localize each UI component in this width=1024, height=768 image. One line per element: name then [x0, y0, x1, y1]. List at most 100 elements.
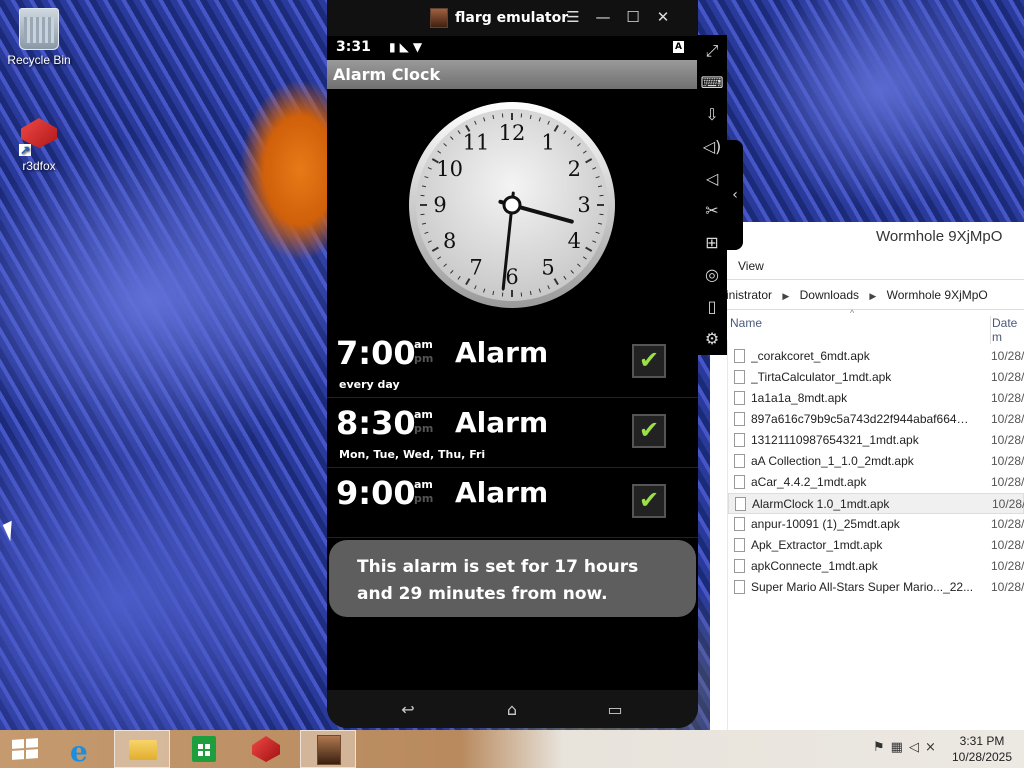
- file-icon: [734, 433, 745, 447]
- alarm-checkbox[interactable]: ✔: [632, 484, 666, 518]
- ribbon-tab-view[interactable]: View: [710, 252, 1024, 280]
- tray-date: 10/28/2025: [951, 750, 1013, 764]
- taskbar-file-explorer[interactable]: [114, 730, 170, 768]
- clock-number: 2: [568, 157, 581, 181]
- alarm-checkbox[interactable]: ✔: [632, 414, 666, 448]
- alarm-pm: pm: [414, 352, 434, 365]
- recycle-bin-desktop-icon[interactable]: Recycle Bin: [0, 8, 78, 67]
- breadcrumb-wormhole[interactable]: Wormhole 9XjMpO: [887, 288, 988, 302]
- volume-down-icon[interactable]: ◁: [700, 167, 724, 191]
- file-icon: [734, 391, 745, 405]
- file-row[interactable]: 13121110987654321_1mdt.apk 10/28/: [728, 430, 1024, 451]
- file-name: Super Mario All-Stars Super Mario..._22.…: [751, 580, 974, 594]
- taskbar-r3dfox[interactable]: [238, 730, 294, 768]
- alarm-days: every day: [339, 378, 400, 391]
- file-row[interactable]: _TirtaCalculator_1mdt.apk 10/28/: [728, 367, 1024, 388]
- home-icon[interactable]: ⌂: [492, 700, 532, 719]
- recents-icon[interactable]: ▭: [595, 700, 635, 719]
- emulator-sidebar: ⤢ ⌨ ⇩ ◁) ◁ ✂ ⊞ ◎ ▯ ⚙: [697, 35, 727, 355]
- clock-number: 3: [577, 193, 590, 217]
- recycle-bin-icon: [19, 8, 59, 50]
- file-date: 10/28/: [991, 475, 1024, 489]
- apk-install-icon[interactable]: ⇩: [700, 103, 724, 127]
- volume-up-icon[interactable]: ◁): [700, 135, 724, 159]
- taskbar-flarg-emulator[interactable]: [300, 730, 356, 768]
- taskbar-internet-explorer[interactable]: e: [56, 730, 112, 768]
- alarm-time: 9:00: [336, 474, 416, 512]
- navigation-pane[interactable]: [710, 340, 728, 730]
- file-name: AlarmClock 1.0_1mdt.apk: [752, 497, 890, 511]
- taskbar-store[interactable]: [176, 730, 232, 768]
- file-row[interactable]: Super Mario All-Stars Super Mario..._22.…: [728, 577, 1024, 598]
- maximize-icon[interactable]: ☐: [623, 8, 643, 26]
- add-window-icon[interactable]: ⊞: [700, 231, 724, 255]
- file-row-selected[interactable]: AlarmClock 1.0_1mdt.apk 10/28/: [728, 493, 1024, 514]
- file-icon: [734, 559, 745, 573]
- file-name: apkConnecte_1mdt.apk: [751, 559, 878, 573]
- alarm-pm: pm: [414, 492, 434, 505]
- keyboard-icon[interactable]: ⌨: [700, 71, 724, 95]
- r3dfox-desktop-icon[interactable]: r3dfox: [0, 114, 78, 173]
- alarm-checkbox[interactable]: ✔: [632, 344, 666, 378]
- file-row[interactable]: 897a616c79b9c5a743d22f944abaf664_sig... 1…: [728, 409, 1024, 430]
- file-date: 10/28/: [991, 412, 1024, 426]
- file-row[interactable]: _corakcoret_6mdt.apk 10/28/: [728, 346, 1024, 367]
- recycle-bin-label: Recycle Bin: [7, 53, 71, 67]
- alarm-row[interactable]: 7:00 am pm Alarm every day ✔: [327, 328, 698, 398]
- fullscreen-icon[interactable]: ⤢: [700, 39, 724, 63]
- file-date: 10/28/: [991, 454, 1024, 468]
- file-date: 10/28/: [991, 580, 1024, 594]
- file-icon: [734, 454, 745, 468]
- chevron-right-icon: ▶: [869, 291, 877, 301]
- back-icon[interactable]: ↩: [388, 700, 428, 719]
- tray-clock[interactable]: 3:31 PM 10/28/2025: [948, 733, 1016, 768]
- file-date: 10/28/: [992, 497, 1024, 511]
- breadcrumb-administrator[interactable]: inistrator: [726, 288, 772, 302]
- sidebar-collapse-icon[interactable]: ‹: [727, 140, 743, 250]
- clock-number: 11: [463, 131, 490, 155]
- system-tray-icons[interactable]: ⚑▦◁×: [873, 740, 942, 768]
- file-list: _corakcoret_6mdt.apk 10/28/ _TirtaCalcula…: [728, 346, 1024, 598]
- shake-icon[interactable]: ▯: [700, 295, 724, 319]
- file-name: anpur-10091 (1)_25mdt.apk: [751, 517, 900, 531]
- emulator-titlebar[interactable]: flarg emulator ☰ — ☐ ✕: [327, 0, 698, 36]
- file-icon: [734, 412, 745, 426]
- address-bar[interactable]: inistrator ▶ Downloads ▶ Wormhole 9XjMpO: [710, 280, 1024, 310]
- android-status-bar: 3:31 ▮◣▼ A: [327, 36, 698, 60]
- column-header-date[interactable]: Date m: [990, 316, 1024, 344]
- column-header-name[interactable]: Name: [730, 316, 762, 330]
- menu-icon[interactable]: ☰: [563, 8, 583, 26]
- emulator-window: flarg emulator ☰ — ☐ ✕ 3:31 ▮◣▼ A Alarm …: [327, 0, 698, 728]
- clock-center: [502, 195, 522, 215]
- close-icon[interactable]: ✕: [653, 8, 673, 26]
- screenshot-icon[interactable]: ✂: [700, 199, 724, 223]
- file-name: 13121110987654321_1mdt.apk: [751, 433, 919, 447]
- alarm-row[interactable]: 8:30 am pm Alarm Mon, Tue, Wed, Thu, Fri…: [327, 398, 698, 468]
- location-icon[interactable]: ◎: [700, 263, 724, 287]
- emulator-title: flarg emulator: [455, 10, 569, 26]
- start-button[interactable]: [0, 730, 50, 768]
- alarm-row[interactable]: 9:00 am pm Alarm ✔: [327, 468, 698, 538]
- r3dfox-icon: [19, 114, 59, 156]
- file-date: 10/28/: [991, 538, 1024, 552]
- network-icon[interactable]: ▦: [891, 740, 909, 755]
- file-row[interactable]: aCar_4.4.2_1mdt.apk 10/28/: [728, 472, 1024, 493]
- volume-muted-icon[interactable]: ◁×: [909, 740, 942, 755]
- windows-logo-icon: [12, 738, 38, 760]
- file-row[interactable]: apkConnecte_1mdt.apk 10/28/: [728, 556, 1024, 577]
- file-row[interactable]: aA Collection_1_1.0_2mdt.apk 10/28/: [728, 451, 1024, 472]
- settings-icon[interactable]: ⚙: [700, 327, 724, 351]
- analog-clock: 1234567891011 12: [409, 102, 615, 308]
- breadcrumb-downloads[interactable]: Downloads: [800, 288, 859, 302]
- file-row[interactable]: anpur-10091 (1)_25mdt.apk 10/28/: [728, 514, 1024, 535]
- file-icon: [734, 349, 745, 363]
- flag-icon[interactable]: ⚑: [873, 740, 891, 755]
- minimize-icon[interactable]: —: [593, 8, 613, 26]
- file-explorer-icon: [129, 740, 157, 760]
- file-row[interactable]: 1a1a1a_8mdt.apk 10/28/: [728, 388, 1024, 409]
- explorer-title: Wormhole 9XjMpO: [876, 228, 1003, 245]
- file-row[interactable]: Apk_Extractor_1mdt.apk 10/28/: [728, 535, 1024, 556]
- file-name: _TirtaCalculator_1mdt.apk: [751, 370, 892, 384]
- android-nav-bar: ↩ ⌂ ▭: [327, 690, 698, 728]
- clock-number: 5: [541, 255, 554, 279]
